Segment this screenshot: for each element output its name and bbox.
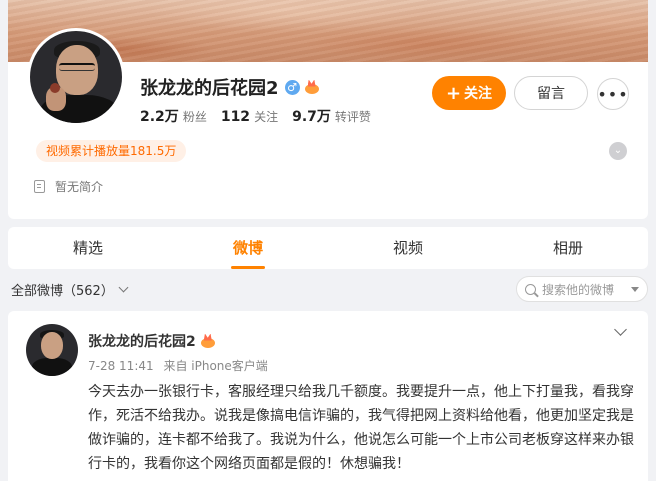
post-card: 张龙龙的后花园2 7-28 11:41 来自 iPhone客户端 今天去办一张银…	[8, 311, 648, 481]
post-meta: 7-28 11:41 来自 iPhone客户端	[88, 357, 274, 374]
post-avatar[interactable]	[26, 324, 78, 376]
post-name-row: 张龙龙的后花园2	[88, 331, 216, 351]
post-author[interactable]: 张龙龙的后花园2	[88, 331, 196, 351]
tab-album[interactable]: 相册	[488, 227, 648, 269]
name-row: 张龙龙的后花园2 ♂	[140, 74, 320, 100]
caret-down-icon[interactable]	[631, 286, 639, 292]
tab-video[interactable]: 视频	[328, 227, 488, 269]
expand-chevron-icon[interactable]: ⌄	[609, 142, 627, 160]
search-input[interactable]: 搜索他的微博	[516, 276, 648, 302]
tab-featured[interactable]: 精选	[8, 227, 168, 269]
search-placeholder: 搜索他的微博	[542, 282, 615, 297]
post-options-chevron-icon[interactable]	[614, 323, 627, 336]
post-source: 来自 iPhone客户端	[163, 359, 268, 373]
stat-fans[interactable]: 2.2万 粉丝	[140, 106, 207, 126]
gender-male-icon: ♂	[284, 79, 300, 95]
follow-button[interactable]: + 关注	[432, 76, 506, 110]
crown-badge-icon[interactable]	[304, 80, 320, 95]
post-text: 今天去办一张银行卡，客服经理只给我几千额度。我要提升一点，他上下打量我，看我穿作…	[88, 384, 634, 472]
stats-row: 2.2万 粉丝 112 关注 9.7万 转评赞	[140, 106, 385, 126]
stat-reposts-likes: 9.7万 转评赞	[292, 109, 371, 125]
profile-avatar[interactable]	[27, 28, 125, 126]
intro-row: 暂无简介	[34, 178, 103, 195]
chevron-down-icon	[118, 282, 129, 292]
doc-icon	[34, 180, 45, 193]
filter-label-text: 全部微博（562）	[11, 283, 114, 299]
follow-label: 关注	[464, 86, 493, 102]
more-dots-icon[interactable]: •••	[597, 78, 629, 110]
filter-row: 全部微博（562） 搜索他的微博	[8, 276, 648, 302]
stat-following[interactable]: 112 关注	[221, 108, 278, 125]
profile-username: 张龙龙的后花园2	[140, 78, 279, 99]
search-icon	[525, 283, 536, 295]
play-count-badge: 视频累计播放量181.5万	[36, 140, 187, 162]
all-weibo-filter[interactable]: 全部微博（562）	[11, 280, 129, 299]
intro-text: 暂无简介	[55, 180, 104, 194]
tab-weibo[interactable]: 微博	[168, 227, 328, 269]
profile-card: 张龙龙的后花园2 ♂ 2.2万 粉丝 112 关注 9.7万 转评赞 + 关注 …	[8, 0, 648, 219]
profile-tabs: 精选 微博 视频 相册	[8, 227, 648, 269]
post-time[interactable]: 7-28 11:41	[88, 359, 154, 373]
message-button[interactable]: 留言	[514, 76, 588, 110]
crown-badge-icon[interactable]	[200, 334, 216, 349]
plus-icon: +	[445, 82, 462, 104]
